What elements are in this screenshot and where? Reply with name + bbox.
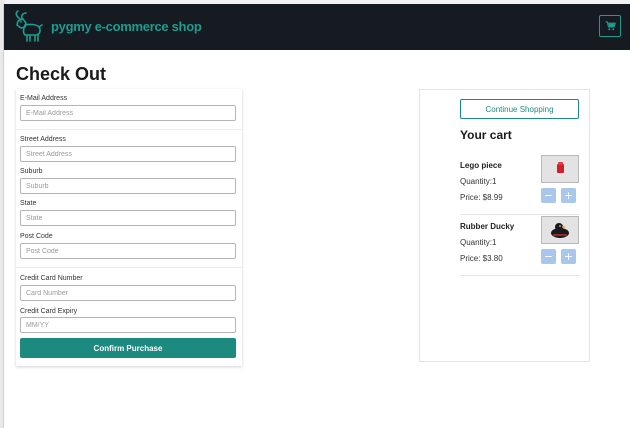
- street-address-field[interactable]: [20, 146, 236, 162]
- continue-shopping-button[interactable]: Continue Shopping: [460, 99, 579, 119]
- item-name: Lego piece: [460, 161, 502, 170]
- state-label: State: [20, 200, 37, 207]
- rubber-ducky-image: [541, 216, 579, 244]
- postcode-label: Post Code: [20, 233, 53, 240]
- decrease-quantity-button[interactable]: −: [541, 188, 556, 203]
- card-expiry-field[interactable]: [20, 317, 236, 333]
- card-expiry-label: Credit Card Expiry: [20, 308, 78, 315]
- state-field[interactable]: [20, 210, 236, 226]
- email-label: E-Mail Address: [20, 95, 68, 102]
- section-divider: [16, 267, 242, 268]
- cart-button[interactable]: [599, 15, 621, 37]
- browser-page: pygmy e-commerce shop Check Out E-Mail A…: [3, 4, 630, 428]
- page-title: Check Out: [16, 64, 107, 84]
- postcode-field[interactable]: [20, 243, 236, 259]
- cart-item: Lego piece Quantity:1 Price: $8.99 − +: [460, 155, 580, 221]
- item-quantity: Quantity:1: [460, 177, 497, 186]
- brand-name[interactable]: pygmy e-commerce shop: [51, 19, 202, 34]
- checkout-form: E-Mail Address Street Address Suburb Sta…: [16, 89, 242, 366]
- suburb-label: Suburb: [20, 168, 43, 175]
- section-divider: [16, 129, 242, 130]
- rubber-ducky-icon: [542, 217, 578, 243]
- shopping-cart-icon: [605, 21, 616, 31]
- cart-heading: Your cart: [460, 128, 512, 142]
- cart-item: Rubber Ducky Quantity:1 Price: $3.80 − +: [460, 216, 580, 282]
- lego-piece-image: [541, 155, 579, 183]
- item-divider: [460, 275, 580, 276]
- increase-quantity-button[interactable]: +: [561, 188, 576, 203]
- confirm-purchase-button[interactable]: Confirm Purchase: [20, 338, 236, 358]
- goat-logo-icon[interactable]: [11, 10, 45, 44]
- item-quantity: Quantity:1: [460, 238, 497, 247]
- card-number-field[interactable]: [20, 285, 236, 301]
- lego-brick-icon: [542, 156, 578, 182]
- item-price: Price: $3.80: [460, 254, 503, 263]
- navbar: pygmy e-commerce shop: [4, 4, 630, 50]
- item-divider: [460, 214, 580, 215]
- email-field[interactable]: [20, 105, 236, 121]
- decrease-quantity-button[interactable]: −: [541, 249, 556, 264]
- suburb-field[interactable]: [20, 178, 236, 194]
- increase-quantity-button[interactable]: +: [561, 249, 576, 264]
- card-number-label: Credit Card Number: [20, 275, 83, 282]
- street-label: Street Address: [20, 136, 66, 143]
- item-name: Rubber Ducky: [460, 222, 515, 231]
- cart-panel: Continue Shopping Your cart Lego piece Q…: [419, 89, 590, 362]
- item-price: Price: $8.99: [460, 193, 503, 202]
